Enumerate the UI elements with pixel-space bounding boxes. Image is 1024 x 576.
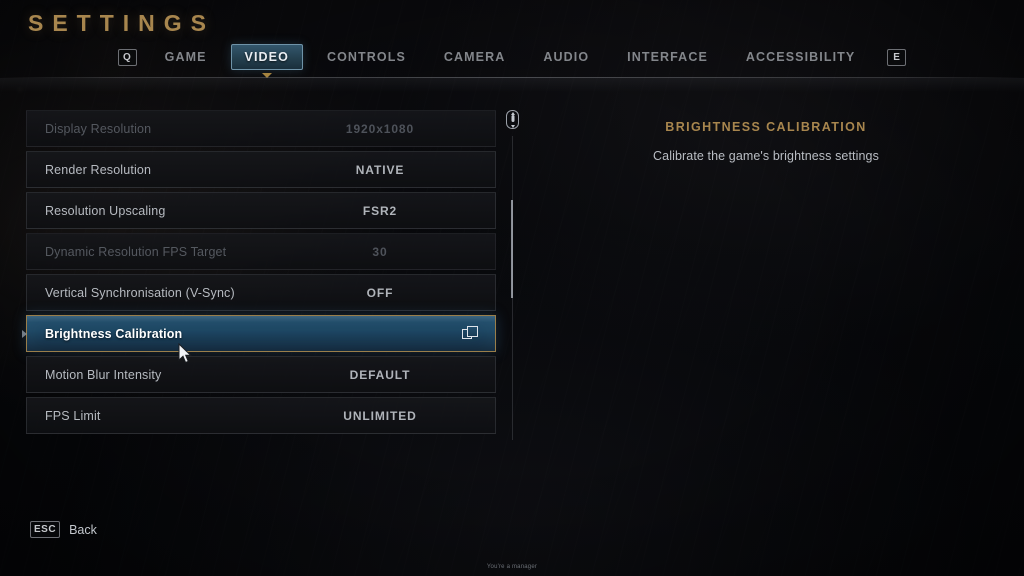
setting-row[interactable]: Resolution Upscaling FSR2 [26,192,496,229]
setting-label: Resolution Upscaling [45,203,166,218]
setting-label: FPS Limit [45,408,101,423]
tab-game[interactable]: GAME [151,44,221,70]
tab-next-keycap[interactable]: E [887,48,907,66]
setting-label: Motion Blur Intensity [45,367,162,382]
esc-keycap: ESC [30,521,61,538]
settings-tabbar: Q GAME VIDEO CONTROLS CAMERA AUDIO INTERFACE AC… [0,40,1024,74]
scrollbar-thumb[interactable] [511,200,513,298]
detail-panel: BRIGHTNESS CALIBRATION Calibrate the gam… [560,120,972,163]
back-button-label: Back [69,522,97,537]
setting-value[interactable]: NATIVE [265,163,495,177]
setting-row[interactable]: FPS Limit UNLIMITED [26,397,496,434]
tab-video[interactable]: VIDEO [230,44,303,70]
scroll-down-arrow-icon [510,124,515,128]
tab-camera[interactable]: CAMERA [430,44,519,70]
setting-label: Render Resolution [45,162,152,177]
setting-label: Brightness Calibration [45,326,183,341]
detail-title: BRIGHTNESS CALIBRATION [665,120,867,134]
setting-row[interactable]: Render Resolution NATIVE [26,151,496,188]
setting-value[interactable]: DEFAULT [265,368,495,382]
tabbar-divider-glow [0,78,1024,92]
toast-message: You're a manager [486,564,538,570]
setting-row[interactable]: Vertical Synchronisation (V-Sync) OFF [26,274,496,311]
setting-label: Display Resolution [45,121,152,136]
setting-row[interactable]: Brightness Calibration [26,315,496,352]
setting-value: 30 [372,244,388,259]
setting-row: Display Resolution 1920x1080 [26,110,496,147]
settings-scrollbar[interactable] [506,110,522,440]
detail-description: Calibrate the game's brightness settings [653,149,879,163]
tab-accessibility[interactable]: ACCESSIBILITY [732,44,869,70]
setting-value[interactable]: OFF [265,286,495,300]
setting-label: Dynamic Resolution FPS Target [45,244,227,259]
tab-prev-keycap[interactable]: Q [117,48,137,66]
setting-row[interactable]: Motion Blur Intensity DEFAULT [26,356,496,393]
tab-controls[interactable]: CONTROLS [313,44,420,70]
tab-audio[interactable]: AUDIO [529,44,603,70]
popup-window-icon[interactable] [462,326,479,341]
popup-window-front-square [467,326,478,337]
mouse-wheel-icon [506,110,519,129]
setting-value: 1920x1080 [345,121,415,136]
setting-value[interactable]: FSR2 [265,204,495,218]
settings-screen: SETTINGS Q GAME VIDEO CONTROLS CAMERA AUDIO IN… [0,0,1024,576]
page-title: SETTINGS [28,10,216,36]
setting-value[interactable]: UNLIMITED [265,409,495,423]
tab-interface[interactable]: INTERFACE [613,44,722,70]
setting-label: Vertical Synchronisation (V-Sync) [45,285,235,300]
mouse-wheel-glyph [511,114,514,122]
setting-row: Dynamic Resolution FPS Target 30 [26,233,496,270]
settings-list: Display Resolution 1920x1080 Render Resolu… [26,110,496,438]
back-button[interactable]: ESC Back [30,521,97,538]
